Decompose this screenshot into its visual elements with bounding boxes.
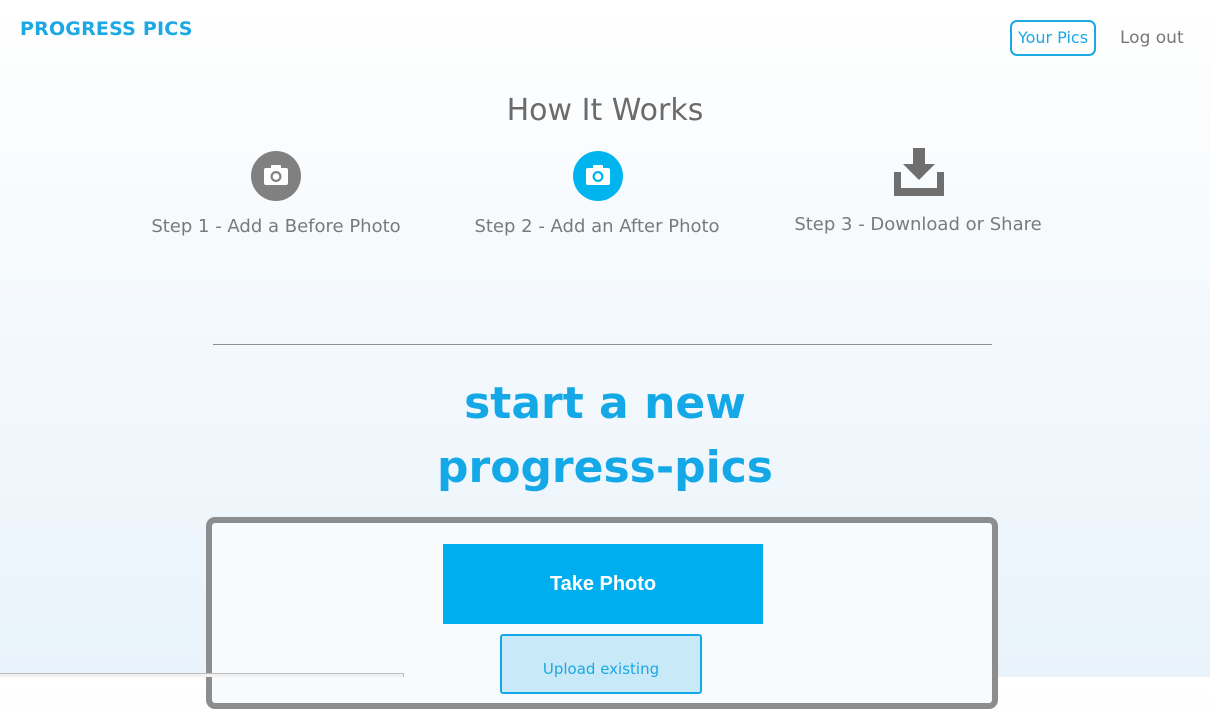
step-3-label: Step 3 - Download or Share [794,214,1042,235]
log-out-link[interactable]: Log out [1120,28,1184,48]
your-pics-link[interactable]: Your Pics [1010,20,1096,56]
step-1: Step 1 - Add a Before Photo [136,148,416,248]
camera-icon [572,150,624,206]
cta-headline-line-2: progress-pics [437,442,773,493]
download-icon [892,148,946,202]
take-photo-button[interactable]: Take Photo [443,544,763,624]
how-it-works-heading: How It Works [506,93,704,128]
step-3: Step 3 - Download or Share [778,146,1058,246]
step-2: Step 2 - Add an After Photo [457,148,737,248]
brand-logo-link[interactable]: PROGRESS PICS [20,18,193,40]
upload-existing-button[interactable]: Upload existing [500,634,702,694]
step-2-label: Step 2 - Add an After Photo [474,216,720,237]
browser-status-bar [0,673,404,677]
step-1-label: Step 1 - Add a Before Photo [151,216,401,237]
cta-headline-line-1: start a new [464,378,746,429]
section-divider [213,344,992,345]
camera-icon [250,150,302,206]
